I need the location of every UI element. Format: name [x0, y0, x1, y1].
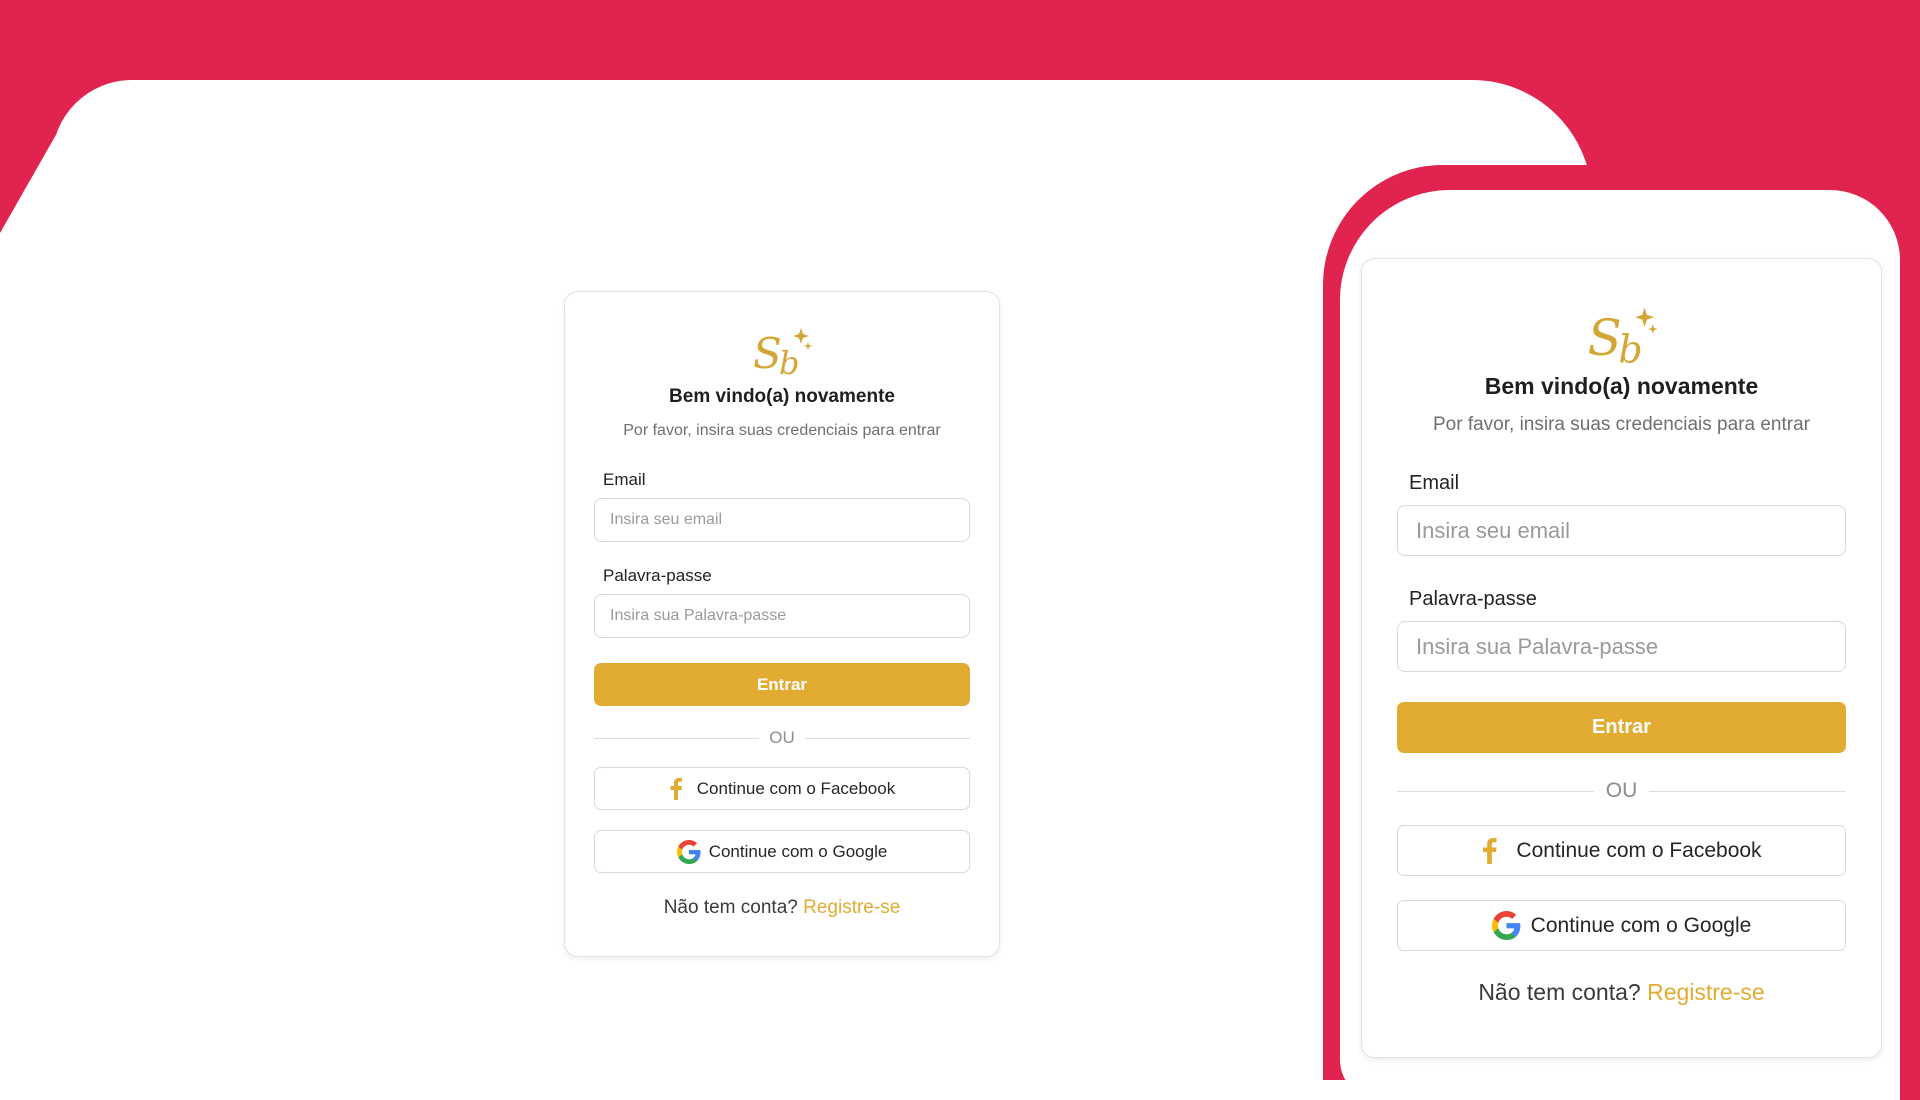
google-icon	[676, 839, 701, 864]
login-card: S b Bem vindo(a) novamente Por favor, in…	[564, 291, 1000, 957]
google-login-label: Continue com o Google	[708, 841, 888, 861]
signup-prompt: Não tem conta? Registre-se	[594, 897, 970, 919]
svg-text:b: b	[1618, 327, 1642, 367]
or-divider: OU	[594, 728, 970, 748]
email-label: Email	[1409, 472, 1460, 494]
login-button[interactable]: Entrar	[594, 663, 970, 706]
login-title: Bem vindo(a) novamente	[669, 386, 895, 407]
facebook-login-button[interactable]: Continue com o Facebook	[594, 767, 970, 810]
sb-logo-icon: S b	[753, 328, 812, 378]
background-white-shape-top	[52, 80, 1592, 200]
login-button[interactable]: Entrar	[1397, 702, 1846, 753]
login-subtitle: Por favor, insira suas credenciais para …	[1432, 414, 1810, 435]
email-field[interactable]	[1397, 505, 1846, 556]
signup-prompt-text: Não tem conta?	[663, 897, 798, 918]
svg-text:b: b	[779, 344, 799, 378]
login-title: Bem vindo(a) novamente	[1484, 373, 1759, 399]
signup-link[interactable]: Registre-se	[1647, 979, 1765, 1005]
google-icon	[1491, 911, 1521, 940]
or-divider: OU	[1397, 779, 1846, 803]
svg-text:S: S	[1587, 309, 1621, 367]
email-label: Email	[603, 470, 646, 489]
facebook-icon	[670, 777, 682, 800]
divider-line	[804, 737, 970, 739]
divider-text: OU	[1605, 779, 1638, 802]
divider-text: OU	[769, 728, 795, 747]
login-subtitle: Por favor, insira suas credenciais para …	[623, 422, 941, 439]
svg-text:S: S	[753, 329, 782, 378]
facebook-icon	[1483, 837, 1498, 864]
google-login-button[interactable]: Continue com o Google	[1397, 900, 1846, 951]
facebook-login-label: Continue com o Facebook	[1516, 838, 1762, 862]
login-card-zoomed: S b Bem vindo(a) novamente Por favor, in…	[1361, 258, 1882, 1058]
signup-prompt: Não tem conta? Registre-se	[1397, 979, 1846, 1006]
password-label: Palavra-passe	[603, 566, 712, 585]
divider-line	[594, 737, 760, 739]
password-label: Palavra-passe	[1409, 588, 1537, 610]
password-field[interactable]	[1397, 621, 1846, 672]
google-login-label: Continue com o Google	[1530, 913, 1752, 937]
facebook-login-label: Continue com o Facebook	[696, 778, 896, 798]
divider-line	[1649, 790, 1846, 792]
password-field[interactable]	[594, 594, 970, 638]
facebook-login-button[interactable]: Continue com o Facebook	[1397, 825, 1846, 876]
signup-prompt-text: Não tem conta?	[1478, 979, 1641, 1005]
sb-logo-icon: S b	[1587, 307, 1658, 367]
divider-line	[1397, 790, 1594, 792]
google-login-button[interactable]: Continue com o Google	[594, 830, 970, 873]
signup-link[interactable]: Registre-se	[803, 897, 900, 918]
email-field[interactable]	[594, 498, 970, 542]
